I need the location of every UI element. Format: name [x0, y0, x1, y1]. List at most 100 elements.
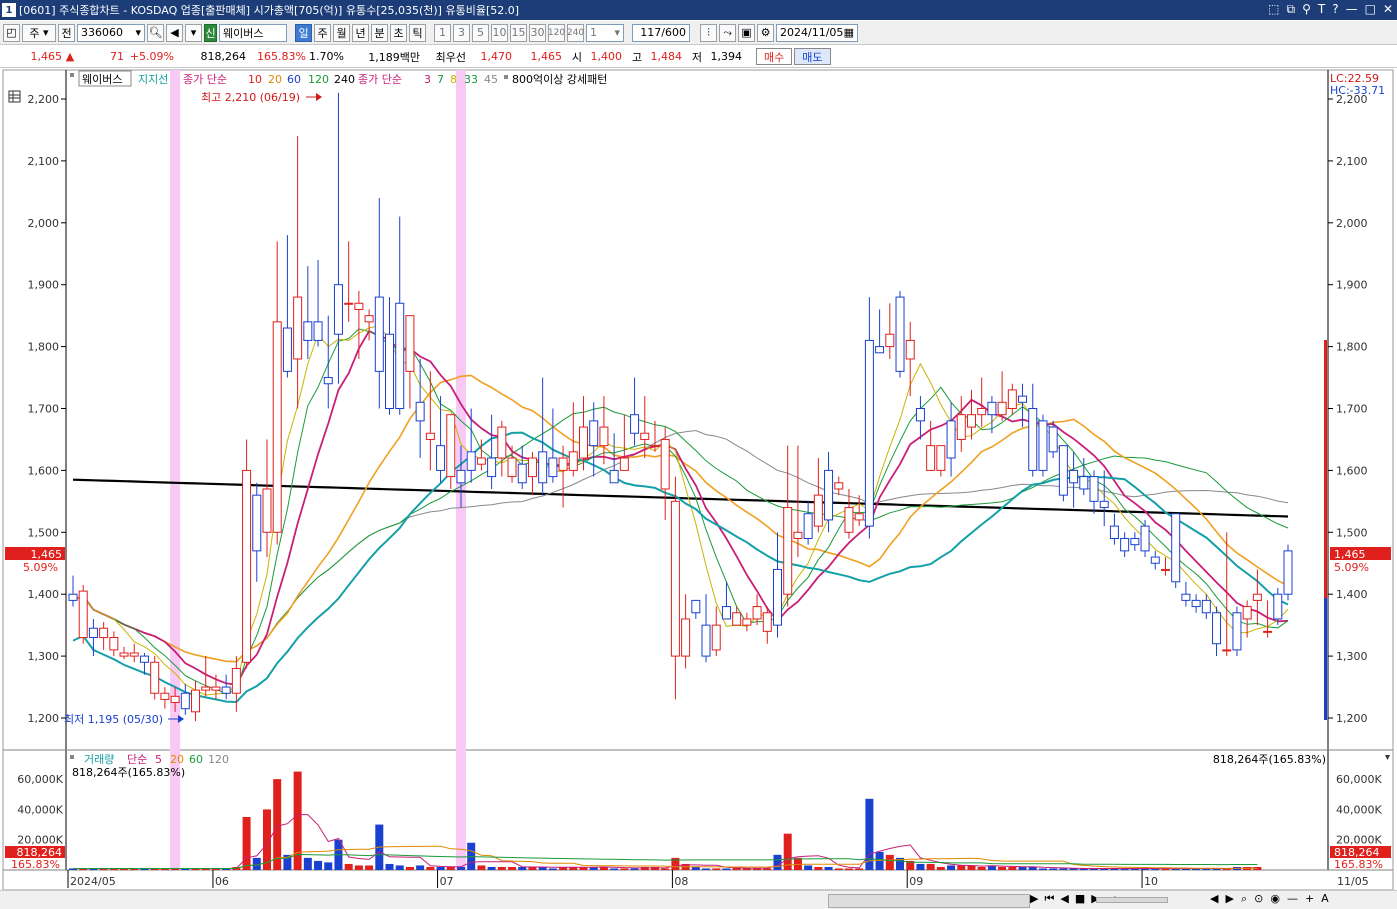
volume-value: 818,264: [200, 50, 247, 63]
volume-bar: [916, 863, 925, 870]
interval-1-button[interactable]: 1: [434, 23, 451, 42]
candle-body: [742, 618, 752, 626]
candle-body: [997, 401, 1007, 416]
candle-body: [1058, 445, 1068, 496]
interval-15-button[interactable]: 15: [510, 23, 527, 42]
candle-body: [364, 315, 374, 323]
interval-3-button[interactable]: 3: [453, 23, 470, 42]
candle-body: [1212, 612, 1222, 645]
count-input[interactable]: 117/600: [632, 23, 690, 42]
period-year-tab[interactable]: 년: [352, 23, 369, 42]
help-icon[interactable]: ?: [1332, 2, 1338, 17]
interval-10-button[interactable]: 10: [491, 23, 508, 42]
candle-body: [1007, 389, 1017, 409]
code-value: 336060: [81, 26, 123, 39]
legend-ma-3: 3: [424, 73, 431, 86]
volume-bar: [548, 868, 557, 870]
chart-scrollbar[interactable]: ▶ ⏮ ◀ ■ ▶ ⏭ ◀ ▶ ⌕ ⊙ ◉ — + A: [0, 890, 1397, 909]
volume-bar: [477, 865, 486, 870]
candle-body: [1263, 630, 1273, 633]
font-size-icon[interactable]: A: [1321, 892, 1329, 906]
pin-icon[interactable]: ⚲: [1302, 2, 1311, 17]
period-minute-tab[interactable]: 분: [371, 23, 388, 42]
market-select[interactable]: 주 ▾: [22, 23, 56, 42]
legend-ma-240: 240: [334, 73, 355, 86]
zoom-right-icon[interactable]: ▶: [1225, 892, 1233, 906]
font-icon[interactable]: T: [1318, 2, 1325, 17]
left-price-tag-text: 1,465: [31, 548, 63, 561]
interval-input[interactable]: 1 ▾: [586, 23, 624, 42]
hc-label: HC:-33.71: [1330, 84, 1385, 97]
zoom-track[interactable]: [1096, 897, 1168, 903]
interval-240-button[interactable]: 240: [567, 23, 584, 42]
zoom-fit-icon[interactable]: ◉: [1270, 892, 1280, 906]
price-change: 71: [110, 50, 124, 63]
period-second-tab[interactable]: 초: [390, 23, 407, 42]
candle-body: [231, 667, 241, 694]
volume-bar: [518, 866, 527, 870]
volume-bar: [936, 866, 945, 870]
candle-body: [630, 414, 640, 434]
buy-button[interactable]: 매수: [756, 48, 793, 65]
stock-name-field[interactable]: 웨이버스: [219, 23, 287, 42]
candle-body: [915, 408, 925, 422]
y-tick-label: 1,900: [1336, 279, 1368, 292]
table-icon[interactable]: [8, 90, 21, 103]
scroll-thumb[interactable]: [828, 894, 1030, 908]
y-tick-label: 1,900: [28, 279, 60, 292]
zoom-left-icon[interactable]: ◀: [1210, 892, 1218, 906]
candle-body: [170, 695, 180, 704]
date-input[interactable]: 2024/11/05 ▦: [776, 23, 858, 42]
period-week-tab[interactable]: 주: [314, 23, 331, 42]
legend-ma-20: 20: [268, 73, 282, 86]
low-price: 1,394: [710, 50, 743, 63]
pattern-icon[interactable]: ⤳: [719, 23, 736, 42]
price-chart[interactable]: 2,200 2,2002,100 2,1002,000 2,0001,900 1,900…: [0, 69, 1397, 908]
candle-body: [466, 451, 476, 471]
zoom-out-icon[interactable]: —: [1287, 892, 1298, 906]
candle-toggle-icon[interactable]: ⫶: [700, 23, 717, 42]
scroll-first-icon[interactable]: ⏮: [1044, 892, 1054, 906]
interval-5-button[interactable]: 5: [472, 23, 489, 42]
prev-button[interactable]: 전: [58, 23, 75, 42]
volume-bar: [804, 865, 813, 870]
layout-icon[interactable]: ◰: [3, 23, 20, 42]
volume-bar: [855, 868, 864, 870]
volume-ma-5: 5: [155, 753, 162, 766]
interval-30-button[interactable]: 30: [529, 23, 546, 42]
dock-icon[interactable]: ⬚: [1268, 2, 1279, 17]
scroll-stop-icon[interactable]: ■: [1075, 892, 1085, 906]
candle-body: [619, 457, 629, 471]
restore-icon[interactable]: ⧉: [1287, 2, 1296, 17]
legend-ma-a-label: 종가 단순: [183, 73, 227, 86]
candle-body: [425, 432, 435, 440]
zoom-reset-icon[interactable]: ⊙: [1254, 892, 1263, 906]
maximize-icon[interactable]: □: [1365, 2, 1376, 17]
low-label: 저: [691, 50, 702, 64]
scroll-prev-icon[interactable]: ▶: [1030, 892, 1038, 906]
speaker-icon[interactable]: ◀: [166, 23, 183, 42]
candle-body: [1171, 513, 1181, 583]
search-icon[interactable]: 🔍︎: [147, 23, 164, 42]
sell-button[interactable]: 매도: [794, 48, 831, 65]
period-month-tab[interactable]: 월: [333, 23, 350, 42]
scroll-back-icon[interactable]: ◀: [1060, 892, 1068, 906]
settings-icon[interactable]: ⚙: [757, 23, 774, 42]
open-price: 1,400: [590, 50, 623, 63]
zoom-in-icon[interactable]: +: [1305, 892, 1314, 906]
volume-bar: [395, 865, 404, 870]
interval-120-button[interactable]: 120: [548, 23, 565, 42]
zoom-search-icon[interactable]: ⌕: [1241, 892, 1247, 906]
open-label: 시: [571, 50, 582, 64]
period-day-tab[interactable]: 일: [295, 23, 312, 42]
save-icon[interactable]: ▣: [738, 23, 755, 42]
volume-bar: [405, 866, 414, 870]
y-tick-label: 2,100: [28, 155, 60, 168]
minimize-icon[interactable]: —: [1346, 2, 1358, 17]
candle-body: [772, 568, 782, 626]
close-icon[interactable]: ✕: [1383, 2, 1393, 17]
volume-bar: [834, 868, 843, 870]
dropdown-icon[interactable]: ▾: [185, 23, 202, 42]
period-tick-tab[interactable]: 틱: [409, 23, 426, 42]
code-input[interactable]: 336060 ▾: [77, 23, 145, 42]
